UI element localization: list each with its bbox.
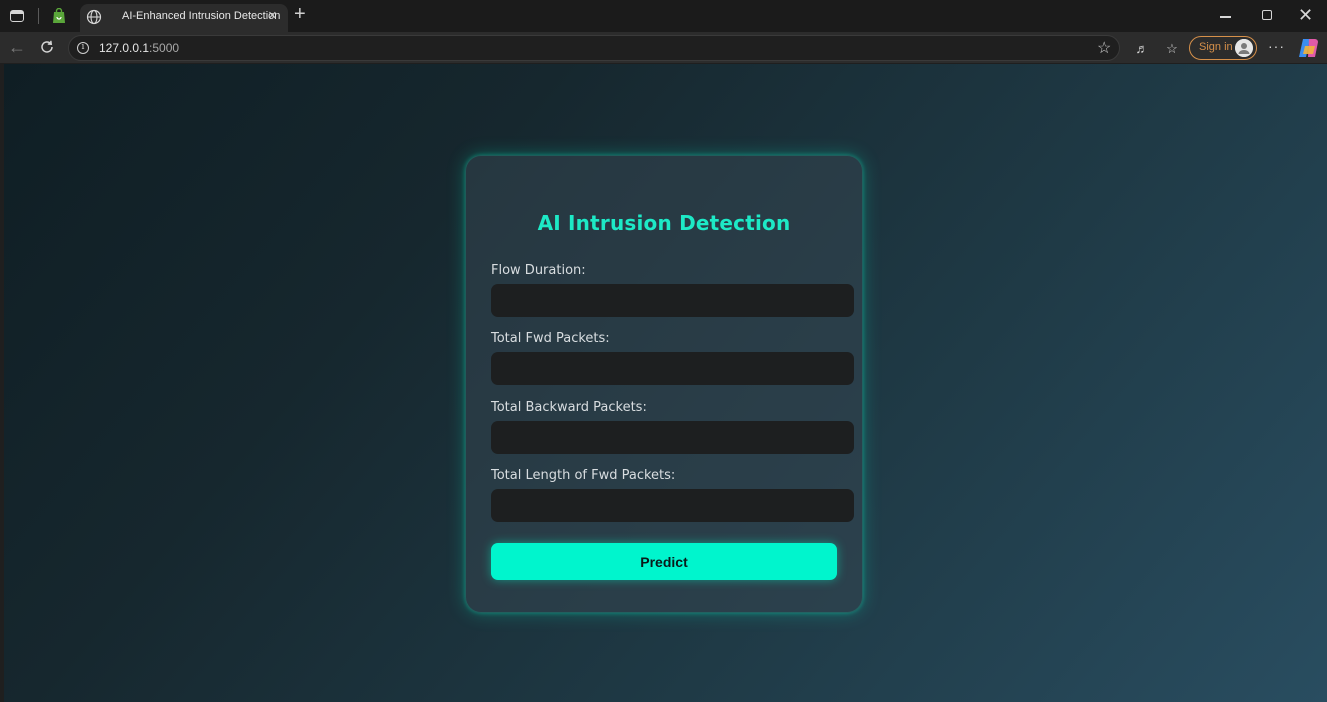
total-fwd-packets-input[interactable]	[491, 352, 854, 385]
minimize-icon[interactable]	[1220, 6, 1234, 26]
page-viewport: AI Intrusion Detection Flow Duration: To…	[4, 64, 1327, 702]
back-arrow-icon[interactable]: ←	[8, 37, 26, 57]
flow-duration-input[interactable]	[491, 284, 854, 317]
tab-divider	[38, 8, 39, 24]
browser-tab-bar: AI-Enhanced Intrusion Detection × + ✕	[0, 0, 1327, 32]
url-port: :5000	[149, 41, 180, 55]
window-close-icon[interactable]: ✕	[1298, 4, 1313, 26]
copilot-icon[interactable]	[1297, 38, 1319, 58]
total-length-fwd-packets-label: Total Length of Fwd Packets:	[491, 468, 676, 483]
globe-icon	[86, 9, 102, 25]
sign-in-label: Sign in	[1199, 41, 1233, 53]
maximize-icon[interactable]	[1262, 10, 1272, 20]
tab-title: AI-Enhanced Intrusion Detection	[122, 10, 281, 22]
favorites-icon[interactable]: ☆	[1164, 41, 1180, 57]
predict-button[interactable]: Predict	[491, 543, 837, 580]
site-info-icon[interactable]	[77, 42, 89, 54]
shopping-bag-icon[interactable]	[52, 8, 66, 24]
read-aloud-icon[interactable]: ♬	[1134, 41, 1150, 57]
url-host: 127.0.0.1	[99, 41, 150, 55]
url-text: 127.0.0.1:5000	[99, 41, 179, 55]
sign-in-button[interactable]: Sign in	[1189, 36, 1257, 60]
tab-actions-icon[interactable]	[8, 8, 26, 24]
total-backward-packets-label: Total Backward Packets:	[491, 400, 647, 415]
avatar-icon	[1235, 39, 1253, 57]
total-length-fwd-packets-input[interactable]	[491, 489, 854, 522]
reload-icon[interactable]	[38, 38, 56, 56]
prediction-form: AI Intrusion Detection Flow Duration: To…	[465, 155, 863, 613]
total-fwd-packets-label: Total Fwd Packets:	[491, 331, 610, 346]
url-bar[interactable]: 127.0.0.1:5000 ☆	[68, 35, 1120, 61]
flow-duration-label: Flow Duration:	[491, 263, 586, 278]
active-tab[interactable]: AI-Enhanced Intrusion Detection ×	[80, 4, 288, 32]
favorite-star-icon[interactable]: ☆	[1097, 38, 1111, 58]
browser-toolbar: ← 127.0.0.1:5000 ☆ ♬ ☆	[0, 32, 1327, 63]
tab-close-icon[interactable]: ×	[268, 7, 277, 25]
page-title: AI Intrusion Detection	[537, 211, 791, 235]
more-options-icon[interactable]: ···	[1268, 38, 1285, 54]
total-backward-packets-input[interactable]	[491, 421, 854, 454]
new-tab-button[interactable]: +	[294, 4, 306, 24]
